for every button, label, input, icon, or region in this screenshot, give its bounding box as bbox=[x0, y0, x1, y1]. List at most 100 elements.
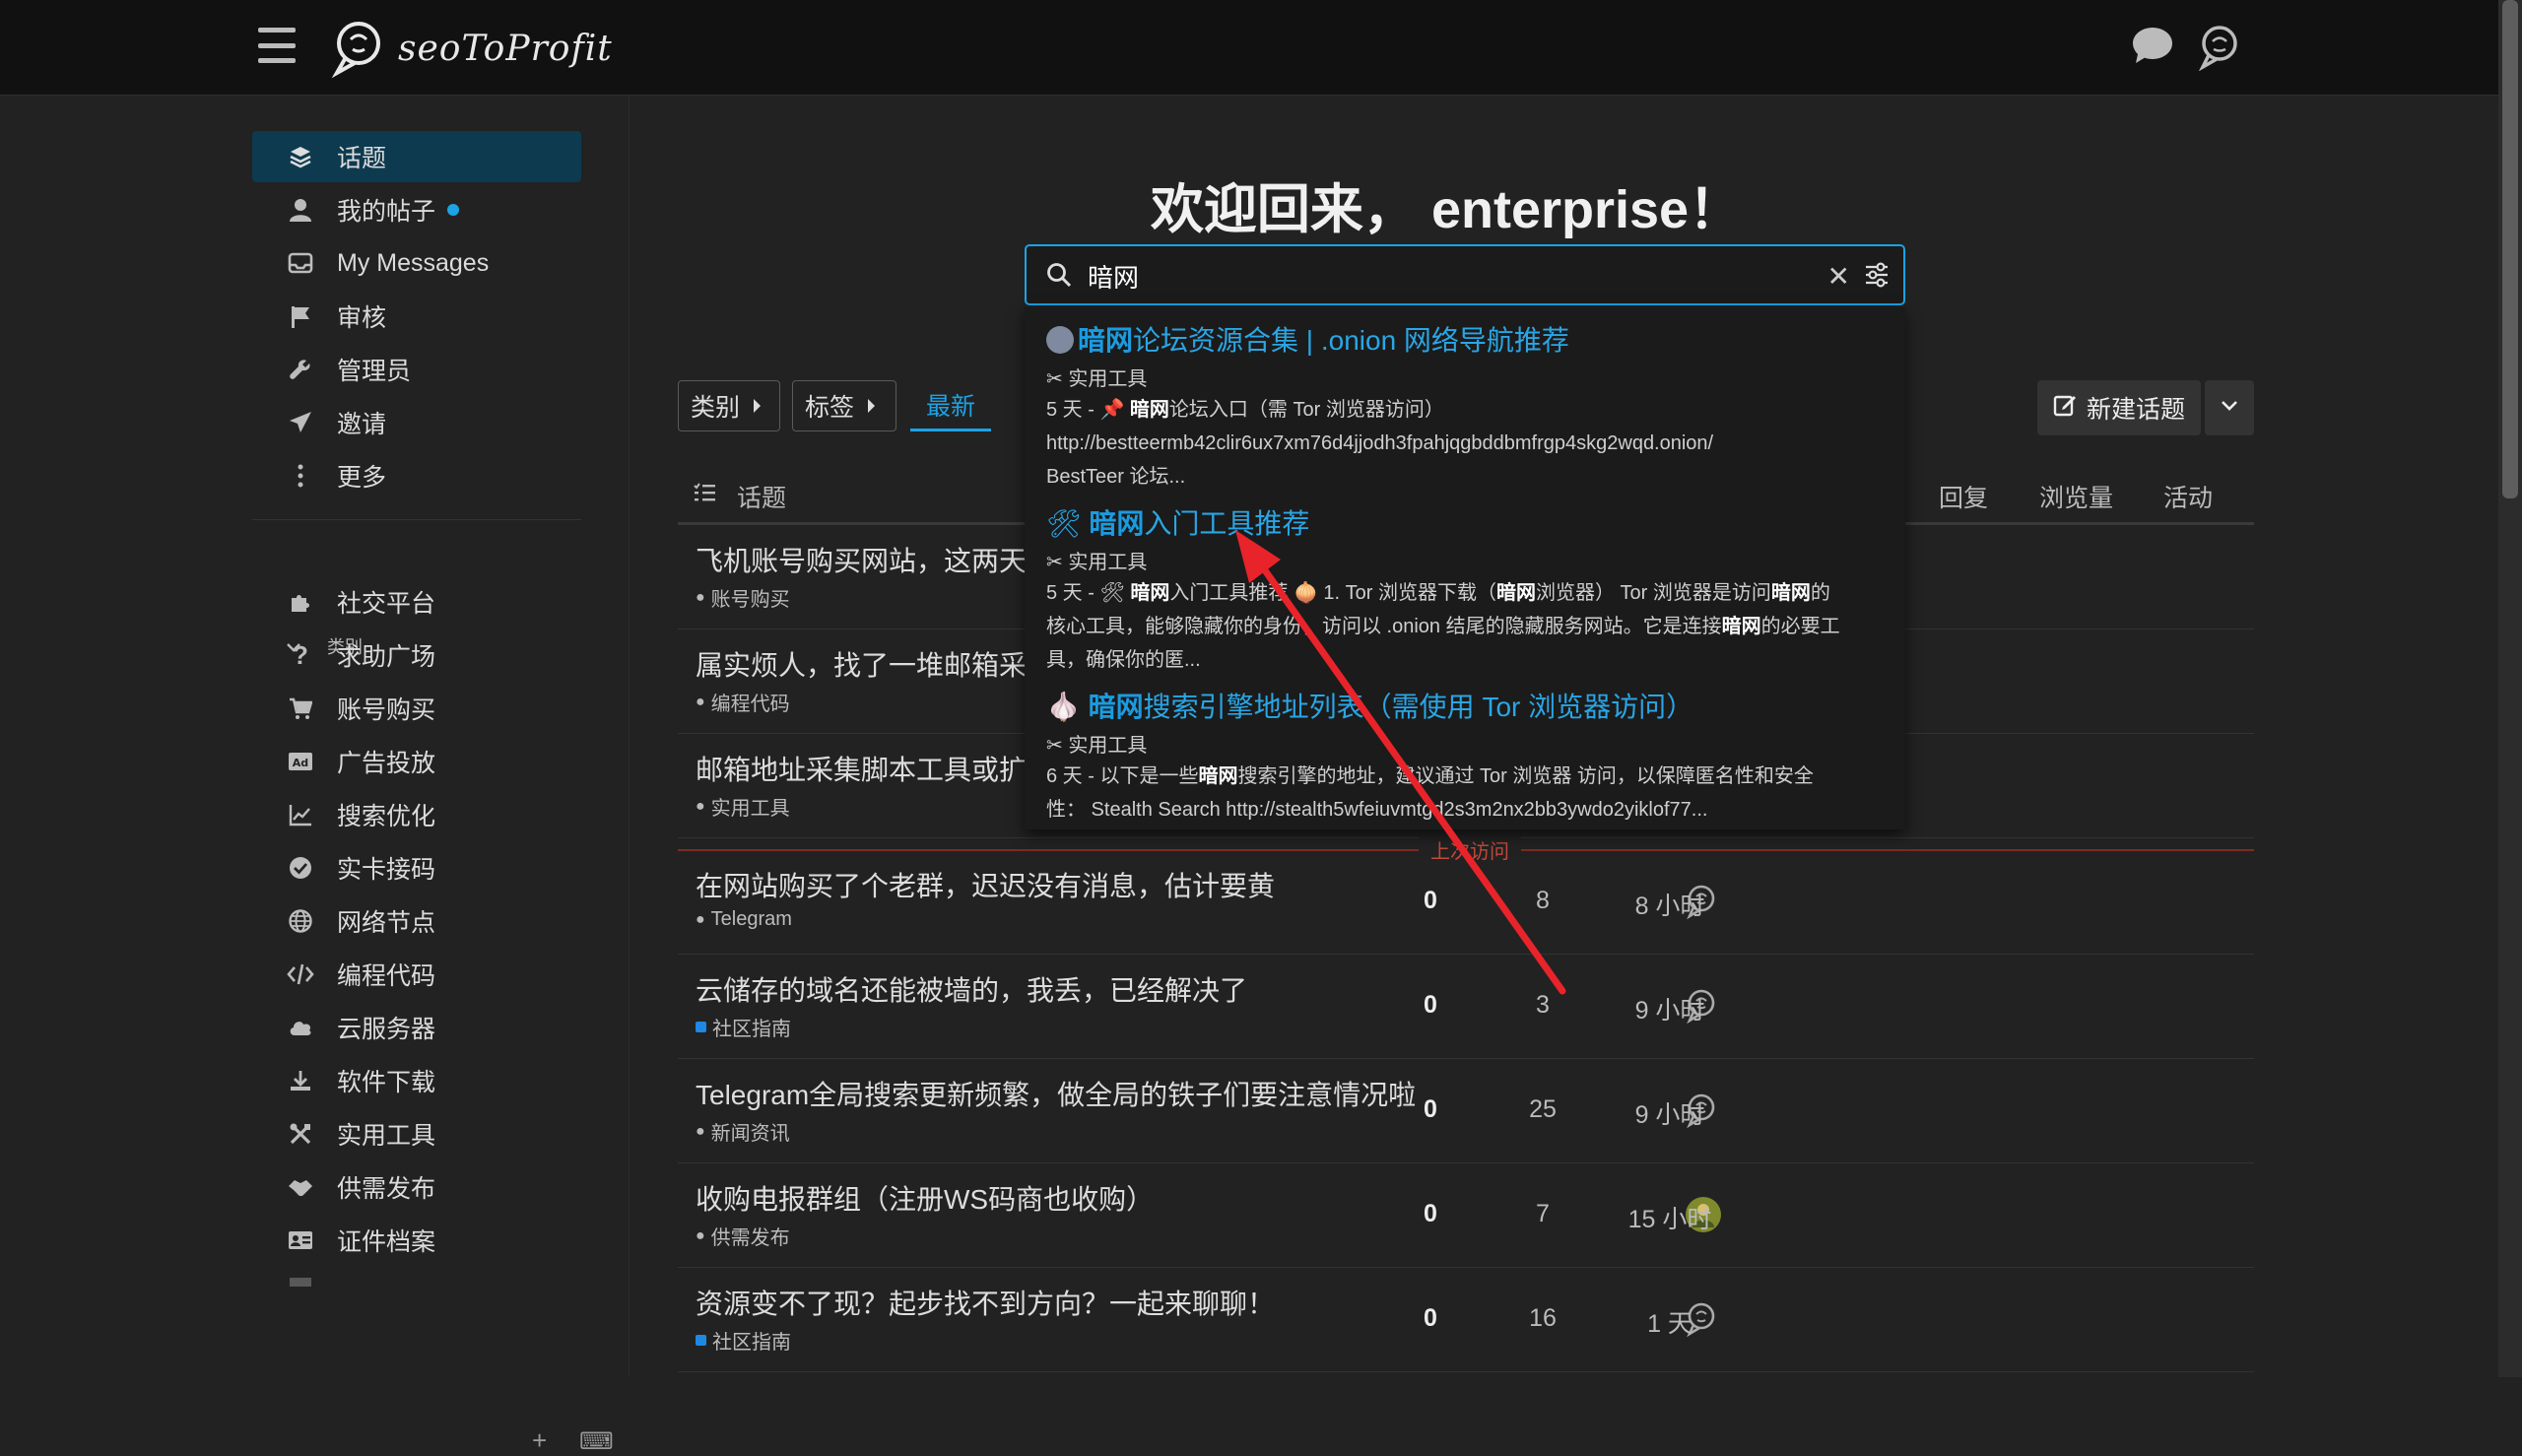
search-result-title[interactable]: 🛠 暗网入门工具推荐 bbox=[1046, 502, 1893, 542]
search-result-category-label: 实用工具 bbox=[1068, 368, 1148, 390]
layers-icon bbox=[284, 145, 317, 168]
column-header-topic[interactable]: 话题 bbox=[737, 479, 786, 514]
category-filter-dropdown[interactable]: 类别 bbox=[678, 380, 780, 431]
keyboard-shortcuts-icon[interactable]: ⌨ bbox=[579, 1427, 614, 1456]
search-result-title[interactable]: 暗网论坛资源合集 | .onion 网络导航推荐 bbox=[1046, 319, 1893, 359]
sidebar-item-label: 我的帖子 bbox=[337, 198, 436, 226]
check-circle-icon bbox=[284, 856, 317, 880]
activity-time[interactable]: 9 小时 bbox=[1596, 1095, 1744, 1131]
search-result-title-rest: 搜索引擎地址列表（需使用 Tor 浏览器访问） bbox=[1143, 692, 1694, 722]
sidebar-item-topics[interactable]: 话题 bbox=[252, 131, 581, 182]
sidebar-category-ads[interactable]: Ad 广告投放 bbox=[252, 736, 581, 787]
tags-filter-dropdown[interactable]: 标签 bbox=[792, 380, 896, 431]
topic-category-badge[interactable]: 社区指南 bbox=[696, 1326, 791, 1355]
page-scrollbar-thumb[interactable] bbox=[2502, 0, 2518, 498]
reply-count[interactable]: 0 bbox=[1371, 887, 1490, 915]
view-count: 16 bbox=[1529, 1304, 1557, 1332]
clear-search-icon[interactable]: ✕ bbox=[1827, 260, 1850, 293]
sidebar-category-supply[interactable]: 供需发布 bbox=[252, 1161, 581, 1213]
topic-category-badge[interactable]: ● 供需发布 bbox=[696, 1222, 790, 1250]
topic-category-badge[interactable]: ● 新闻资讯 bbox=[696, 1117, 790, 1146]
tools-icon: ✂ bbox=[1046, 735, 1069, 757]
search-result-title-rest: 论坛资源合集 | .onion 网络导航推荐 bbox=[1133, 325, 1569, 356]
topic-row[interactable]: Telegram全局搜索更新频繁，做全局的铁子们要注意情况啦 ● 新闻资讯 0 25 9 … bbox=[678, 1058, 2254, 1163]
add-section-button[interactable]: + bbox=[532, 1425, 547, 1456]
sidebar-category-sms[interactable]: 实卡接码 bbox=[252, 842, 581, 893]
topic-title-link[interactable]: 在网站购买了个老群，迟迟没有消息，估计要黄 bbox=[696, 865, 1275, 904]
topic-row[interactable]: 在网站购买了个老群，迟迟没有消息，估计要黄 ● Telegram 0 8 8 小时 bbox=[678, 849, 2254, 955]
search-result-title-rest: 入门工具推荐 bbox=[1144, 508, 1310, 539]
activity-time[interactable]: 15 小时 bbox=[1596, 1200, 1744, 1235]
ad-icon: Ad bbox=[284, 752, 317, 771]
search-input[interactable] bbox=[1086, 256, 1779, 296]
sidebar-category-documents[interactable]: 证件档案 bbox=[252, 1215, 581, 1266]
search-options-icon[interactable] bbox=[1864, 262, 1890, 293]
sidebar-item-label: 更多 bbox=[337, 464, 387, 492]
topic-title-link[interactable]: 属实烦人，找了一堆邮箱采 bbox=[696, 644, 1027, 684]
topic-category-badge[interactable]: ● Telegram bbox=[696, 908, 792, 931]
topic-title-link[interactable]: 云储存的域名还能被墙的，我丢，已经解决了 bbox=[696, 969, 1247, 1009]
column-header-views[interactable]: 浏览量 bbox=[2039, 479, 2113, 514]
sidebar-category-code[interactable]: 编程代码 bbox=[252, 949, 581, 1000]
sidebar-item-my-messages[interactable]: My Messages bbox=[252, 237, 581, 289]
sidebar-item-review[interactable]: 审核 bbox=[252, 291, 581, 342]
topic-category-label: 新闻资讯 bbox=[710, 1123, 790, 1145]
reply-count[interactable]: 0 bbox=[1371, 991, 1490, 1020]
topic-category-badge[interactable]: ● 编程代码 bbox=[696, 688, 790, 716]
svg-text:Ad: Ad bbox=[293, 757, 308, 769]
news-icon: ● bbox=[696, 1122, 705, 1140]
sidebar-category-seo[interactable]: 搜索优化 bbox=[252, 789, 581, 840]
topic-category-badge[interactable]: ● 实用工具 bbox=[696, 792, 790, 821]
sidebar-item-invite[interactable]: 邀请 bbox=[252, 397, 581, 448]
topic-title-link[interactable]: 收购电报群组（注册WS码商也收购） bbox=[696, 1178, 1154, 1218]
topic-row[interactable]: 云储存的域名还能被墙的，我丢，已经解决了 社区指南 0 3 9 小时 bbox=[678, 954, 2254, 1059]
reply-count[interactable]: 0 bbox=[1371, 1095, 1490, 1124]
paper-plane-icon bbox=[284, 411, 317, 434]
topic-row[interactable]: 资源变不了现？起步找不到方向？一起来聊聊！ 社区指南 0 16 1 天 bbox=[678, 1267, 2254, 1372]
column-header-activity[interactable]: 活动 bbox=[2163, 479, 2213, 514]
chat-icon[interactable] bbox=[2130, 24, 2175, 72]
sidebar-item-admin[interactable]: 管理员 bbox=[252, 344, 581, 395]
sidebar-category-cloud[interactable]: 云服务器 bbox=[252, 1002, 581, 1053]
topic-category-label: 社区指南 bbox=[712, 1019, 791, 1040]
topic-category-badge[interactable]: 社区指南 bbox=[696, 1013, 791, 1041]
sidebar-category-accounts[interactable]: 账号购买 bbox=[252, 683, 581, 734]
sidebar-category-nodes[interactable]: 网络节点 bbox=[252, 895, 581, 947]
caret-right-icon bbox=[752, 392, 762, 421]
sidebar-item-my-posts[interactable]: 我的帖子 bbox=[252, 184, 581, 235]
code-icon bbox=[284, 963, 317, 985]
topic-title-link[interactable]: 邮箱地址采集脚本工具或扩 bbox=[696, 749, 1027, 788]
column-header-replies[interactable]: 回复 bbox=[1939, 479, 1988, 514]
topic-row[interactable]: 收购电报群组（注册WS码商也收购） ● 供需发布 0 7 15 小时 bbox=[678, 1162, 2254, 1268]
user-avatar-icon[interactable] bbox=[2197, 24, 2242, 76]
garlic-emoji-icon: 🧄 bbox=[1046, 692, 1089, 722]
reply-count[interactable]: 0 bbox=[1371, 1200, 1490, 1228]
sidebar-item-more[interactable]: 更多 bbox=[252, 450, 581, 501]
topic-title-link[interactable]: Telegram全局搜索更新频繁，做全局的铁子们要注意情况啦 bbox=[696, 1074, 1416, 1113]
tools-emoji-icon: 🛠 bbox=[1046, 508, 1090, 539]
search-result[interactable]: 🧄 暗网搜索引擎地址列表（需使用 Tor 浏览器访问） ✂ 实用工具 6 天 -… bbox=[1046, 686, 1893, 827]
hamburger-menu-icon[interactable] bbox=[258, 28, 296, 63]
logo-text: seoToProfit bbox=[398, 28, 613, 69]
search-result-title[interactable]: 🧄 暗网搜索引擎地址列表（需使用 Tor 浏览器访问） bbox=[1046, 686, 1893, 725]
new-topic-button[interactable]: 新建话题 bbox=[2037, 380, 2201, 435]
search-result[interactable]: 暗网论坛资源合集 | .onion 网络导航推荐 ✂ 实用工具 5 天 - 📌 … bbox=[1046, 319, 1893, 494]
sidebar-category-downloads[interactable]: 软件下载 bbox=[252, 1055, 581, 1106]
search-result[interactable]: 🛠 暗网入门工具推荐 ✂ 实用工具 5 天 - 🛠 暗网入门工具推荐 🧅 1. … bbox=[1046, 502, 1893, 677]
site-logo[interactable]: seoToProfit bbox=[331, 18, 613, 79]
reply-count[interactable]: 0 bbox=[1371, 1304, 1490, 1333]
activity-time[interactable]: 8 小时 bbox=[1596, 887, 1744, 922]
sidebar-category-help[interactable]: ? 求助广场 bbox=[252, 629, 581, 681]
topic-title-link[interactable]: 资源变不了现？起步找不到方向？一起来聊聊！ bbox=[696, 1283, 1275, 1322]
activity-time[interactable]: 1 天 bbox=[1596, 1304, 1744, 1340]
new-topic-options-dropdown[interactable] bbox=[2205, 380, 2254, 435]
sidebar-category-social[interactable]: 社交平台 bbox=[252, 576, 581, 628]
topic-title-link[interactable]: 飞机账号购买网站，这两天 bbox=[696, 540, 1027, 579]
tab-latest[interactable]: 最新 bbox=[910, 380, 991, 431]
activity-time[interactable]: 9 小时 bbox=[1596, 991, 1744, 1026]
sidebar-category-tools[interactable]: 实用工具 bbox=[252, 1108, 581, 1159]
topic-category-label: 社区指南 bbox=[712, 1332, 791, 1354]
topic-category-badge[interactable]: ● 账号购买 bbox=[696, 583, 790, 612]
blurb-date: 5 天 - 📌 bbox=[1046, 399, 1130, 421]
unread-dot bbox=[447, 204, 460, 216]
